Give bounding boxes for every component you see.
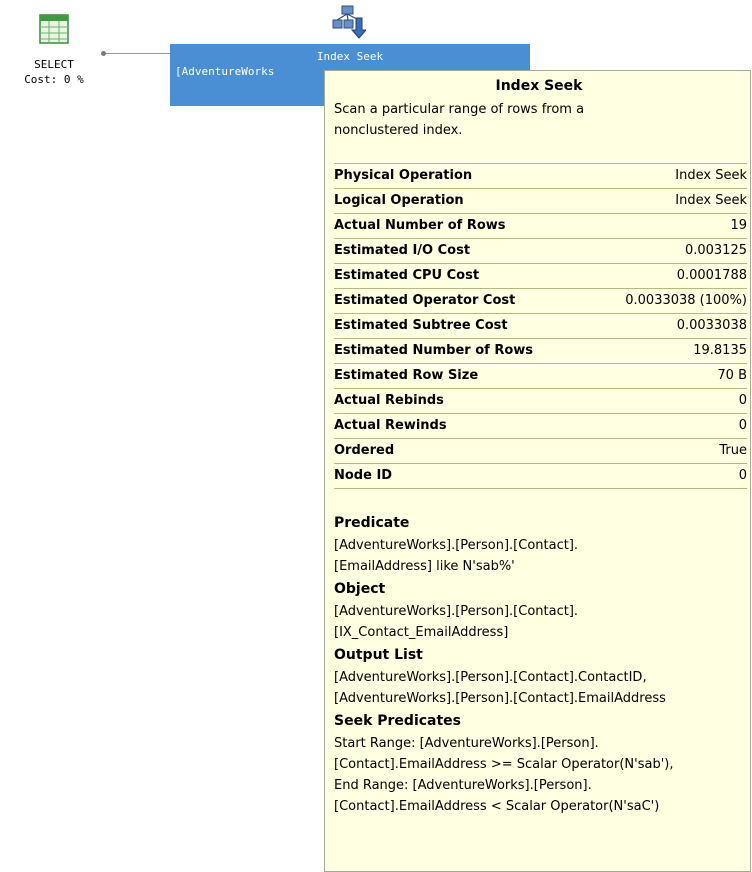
property-name: Actual Number of Rows: [334, 218, 506, 233]
property-value: Index Seek: [675, 168, 747, 183]
select-node-cost: Cost: 0 %: [24, 73, 84, 86]
section-line: [AdventureWorks].[Person].[Contact].Emai…: [334, 691, 666, 706]
property-value: 0: [738, 468, 747, 483]
property-name: Actual Rewinds: [334, 418, 447, 433]
select-node-label: SELECT: [34, 58, 74, 71]
property-value: 19: [730, 218, 747, 233]
select-operator-node[interactable]: SELECT Cost: 0 %: [14, 14, 94, 87]
section-line: [AdventureWorks].[Person].[Contact].: [334, 538, 579, 553]
property-name: Estimated CPU Cost: [334, 268, 480, 283]
property-name: Estimated Subtree Cost: [334, 318, 508, 333]
property-row: Ordered True: [334, 439, 747, 464]
seek-node-object: [AdventureWorks: [175, 65, 275, 78]
section-line: [Contact].EmailAddress < Scalar Operator…: [334, 799, 660, 814]
tooltip-description: Scan a particular range of rows from a n…: [334, 102, 585, 138]
property-value: 0.0033038 (100%): [625, 293, 747, 308]
property-value: 19.8135: [693, 343, 747, 358]
operator-properties-tooltip: Index Seek Scan a particular range of ro…: [324, 70, 751, 872]
property-name: Logical Operation: [334, 193, 464, 208]
section-line: [IX_Contact_EmailAddress]: [334, 625, 509, 640]
section-line: End Range: [AdventureWorks].[Person].: [334, 778, 592, 793]
section-heading: Seek Predicates: [334, 713, 462, 729]
property-name: Node ID: [334, 468, 393, 483]
section-line: [AdventureWorks].[Person].[Contact].: [334, 604, 579, 619]
table-result-icon: [39, 14, 69, 44]
property-name: Estimated I/O Cost: [334, 243, 471, 258]
property-value: 0.0033038: [676, 318, 747, 333]
property-name: Estimated Operator Cost: [334, 293, 516, 308]
property-value: 0.003125: [684, 243, 747, 258]
property-row: Estimated Subtree Cost 0.0033038: [334, 314, 747, 339]
property-row: Actual Rebinds 0: [334, 389, 747, 414]
index-seek-icon: [332, 5, 366, 39]
section-line: [EmailAddress] like N'sab%': [334, 559, 515, 574]
property-name: Actual Rebinds: [334, 393, 444, 408]
property-value: Index Seek: [675, 193, 747, 208]
property-row: Estimated Operator Cost 0.0033038 (100%): [334, 289, 747, 314]
details-sections: Predicate [AdventureWorks].[Person].[Cont…: [334, 511, 744, 817]
connector-endpoint: [101, 51, 106, 56]
section-heading: Predicate: [334, 515, 410, 531]
section-heading: Output List: [334, 647, 423, 663]
properties-table: Physical Operation Index Seek Logical Oper…: [334, 163, 747, 489]
tooltip-title: Index Seek: [495, 78, 583, 94]
property-row: Logical Operation Index Seek: [334, 189, 747, 214]
section-line: [Contact].EmailAddress >= Scalar Operato…: [334, 757, 674, 772]
section-line: Start Range: [AdventureWorks].[Person].: [334, 736, 599, 751]
property-row: Estimated Row Size 70 B: [334, 364, 747, 389]
property-row: Estimated CPU Cost 0.0001788: [334, 264, 747, 289]
plan-connector-line: [104, 53, 170, 54]
property-row: Estimated Number of Rows 19.8135: [334, 339, 747, 364]
property-value: True: [719, 443, 747, 458]
property-row: Actual Rewinds 0: [334, 414, 747, 439]
property-name: Estimated Number of Rows: [334, 343, 534, 358]
section-line: [AdventureWorks].[Person].[Contact].Cont…: [334, 670, 647, 685]
property-row: Estimated I/O Cost 0.003125: [334, 239, 747, 264]
property-value: 0: [738, 418, 747, 433]
property-value: 0: [738, 393, 747, 408]
property-row: Node ID 0: [334, 464, 747, 489]
property-name: Physical Operation: [334, 168, 473, 183]
section-heading: Object: [334, 581, 386, 597]
property-value: 70 B: [717, 368, 747, 383]
property-name: Estimated Row Size: [334, 368, 479, 383]
property-name: Ordered: [334, 443, 395, 458]
property-row: Actual Number of Rows 19: [334, 214, 747, 239]
property-row: Physical Operation Index Seek: [334, 164, 747, 189]
property-value: 0.0001788: [676, 268, 747, 283]
seek-node-title: Index Seek: [316, 50, 384, 63]
